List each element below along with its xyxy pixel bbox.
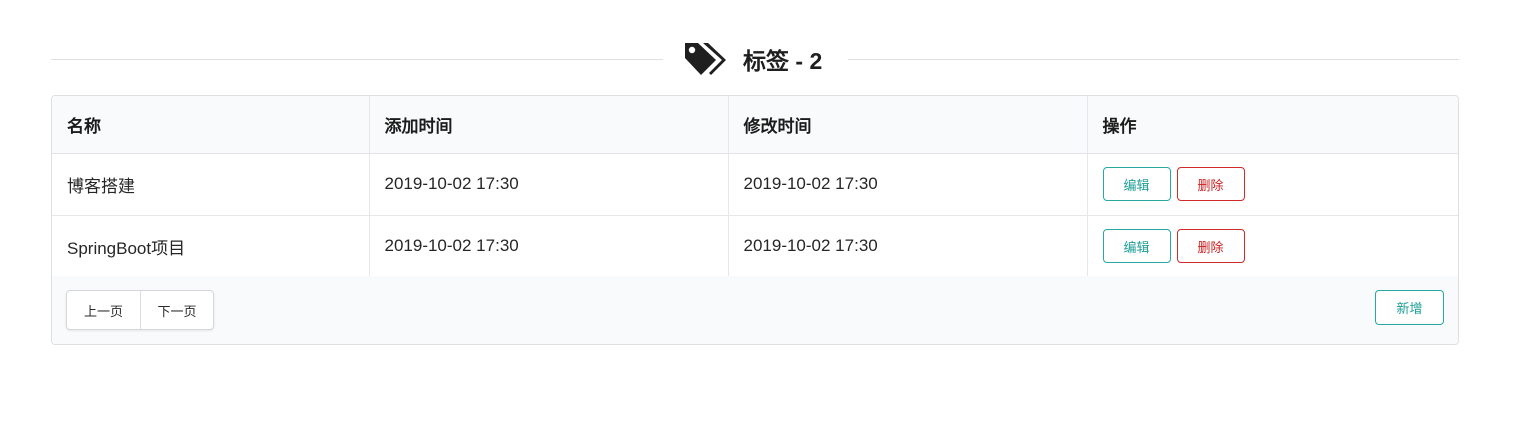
pagination: 上一页 下一页	[66, 290, 214, 330]
prev-page-button[interactable]: 上一页	[67, 291, 140, 329]
next-page-button[interactable]: 下一页	[140, 291, 213, 329]
tag-management-page: 标签 - 2 名称 添加时间 修改时间 操作 博客搭建 2019-10-02 1…	[0, 0, 1533, 447]
edit-button[interactable]: 编辑	[1102, 167, 1171, 201]
section-header: 标签 - 2	[51, 36, 1459, 82]
cell-actions: 编辑 删除	[1087, 153, 1458, 216]
table-footer: 上一页 下一页 新增	[52, 276, 1458, 344]
divider-right	[848, 59, 1459, 60]
cell-modified: 2019-10-02 17:30	[728, 153, 1088, 216]
edit-button[interactable]: 编辑	[1102, 229, 1171, 263]
add-tag-button[interactable]: 新增	[1375, 290, 1444, 325]
page-title: 标签 - 2	[743, 48, 823, 74]
cell-name: 博客搭建	[52, 153, 370, 216]
column-header-actions: 操作	[1087, 96, 1458, 154]
header-title-group: 标签 - 2	[683, 36, 822, 82]
divider-left	[51, 59, 663, 60]
cell-name: SpringBoot项目	[52, 215, 370, 278]
column-header-modified: 修改时间	[728, 96, 1088, 154]
cell-modified: 2019-10-02 17:30	[728, 215, 1088, 278]
column-header-created: 添加时间	[369, 96, 729, 154]
column-header-name: 名称	[52, 96, 370, 154]
delete-button[interactable]: 删除	[1176, 167, 1245, 201]
table-row: SpringBoot项目 2019-10-02 17:30 2019-10-02…	[52, 215, 1458, 278]
table-header-row: 名称 添加时间 修改时间 操作	[52, 96, 1458, 154]
delete-button[interactable]: 删除	[1176, 229, 1245, 263]
tags-icon	[685, 43, 726, 75]
table-row: 博客搭建 2019-10-02 17:30 2019-10-02 17:30 编…	[52, 153, 1458, 216]
cell-created: 2019-10-02 17:30	[369, 215, 729, 278]
cell-created: 2019-10-02 17:30	[369, 153, 729, 216]
tag-table-container: 名称 添加时间 修改时间 操作 博客搭建 2019-10-02 17:30 20…	[51, 95, 1459, 345]
tag-table: 名称 添加时间 修改时间 操作 博客搭建 2019-10-02 17:30 20…	[52, 96, 1458, 278]
cell-actions: 编辑 删除	[1087, 215, 1458, 278]
